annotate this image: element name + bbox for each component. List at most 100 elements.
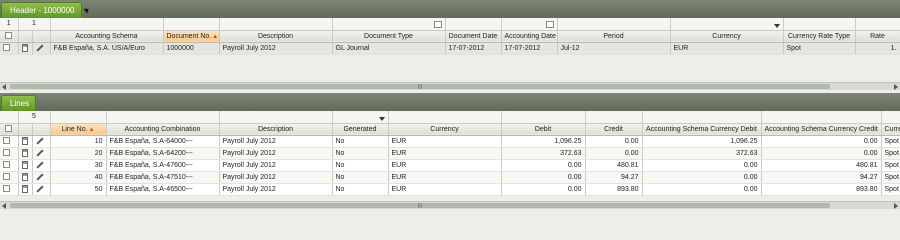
row-checkbox[interactable] [3, 149, 10, 157]
calendar-icon[interactable] [545, 20, 554, 28]
document-icon[interactable] [21, 161, 28, 169]
row-checkbox-cell[interactable] [0, 183, 19, 196]
cell-as-credit[interactable]: 94.27 [761, 171, 882, 184]
pencil-icon[interactable] [35, 173, 44, 181]
cell-accounting-combination[interactable]: F&B España, S.A-46500--- [106, 183, 220, 196]
edit-icon-cell[interactable] [32, 135, 51, 148]
table-row[interactable]: 10 F&B España, S.A-64000--- Payroll July 2… [0, 135, 900, 148]
scroll-right-icon[interactable] [894, 203, 898, 209]
document-icon-cell[interactable] [18, 135, 33, 148]
cell-as-debit[interactable]: 1,096.25 [642, 135, 762, 148]
document-icon[interactable] [21, 44, 28, 52]
cell-credit[interactable]: 480.81 [585, 159, 643, 172]
cell-accounting-date[interactable]: 17-07-2012 [501, 42, 558, 55]
scroll-left-icon[interactable] [2, 203, 6, 209]
filter-period[interactable] [557, 18, 671, 31]
document-icon[interactable] [18, 42, 33, 55]
cell-credit[interactable]: 0.00 [585, 147, 643, 160]
cell-period[interactable]: Jul-12 [557, 42, 671, 55]
filter-accounting-date[interactable] [501, 18, 558, 31]
row-checkbox-cell[interactable] [0, 42, 19, 55]
cell-generated[interactable]: No [332, 183, 389, 196]
filter-line-no[interactable] [50, 111, 107, 124]
cell-accounting-combination[interactable]: F&B España, S.A-64000--- [106, 135, 220, 148]
col-document-type[interactable]: Document Type [332, 30, 446, 43]
filter-accounting-combination[interactable] [106, 111, 220, 124]
cell-line-currency[interactable]: EUR [388, 147, 502, 160]
col-accounting-schema[interactable]: Accounting Schema [50, 30, 164, 43]
cell-as-debit[interactable]: 0.00 [642, 171, 762, 184]
col-rate[interactable]: Rate [855, 30, 900, 43]
row-checkbox[interactable] [3, 44, 10, 52]
filter-description[interactable] [219, 18, 333, 31]
chevron-down-icon[interactable] [378, 116, 385, 121]
col-line-currency[interactable]: Currency [388, 123, 502, 136]
cell-as-credit[interactable]: 480.81 [761, 159, 882, 172]
pencil-icon[interactable] [35, 185, 44, 193]
calendar-icon[interactable] [433, 20, 442, 28]
cell-rate-type[interactable]: Spot [881, 159, 900, 172]
col-line-no[interactable]: Line No.▲ [50, 123, 107, 136]
cell-line-no[interactable]: 50 [50, 183, 107, 196]
row-checkbox-cell[interactable] [0, 147, 19, 160]
document-icon[interactable] [21, 149, 28, 157]
cell-debit[interactable]: 372.63 [501, 147, 586, 160]
row-checkbox[interactable] [3, 173, 10, 181]
row-checkbox-cell[interactable] [0, 135, 19, 148]
col-as-credit[interactable]: Accounting Schema Currency Credit [761, 123, 882, 136]
cell-line-description[interactable]: Payroll July 2012 [219, 147, 333, 160]
cell-rate-type[interactable]: Spot [881, 183, 900, 196]
pencil-icon[interactable] [35, 44, 44, 52]
cell-line-description[interactable]: Payroll July 2012 [219, 159, 333, 172]
filter-as-credit[interactable] [761, 111, 882, 124]
cell-line-no[interactable]: 40 [50, 171, 107, 184]
col-accounting-date[interactable]: Accounting Date [501, 30, 558, 43]
filter-document-type[interactable] [332, 18, 446, 31]
cell-currency[interactable]: EUR [670, 42, 784, 55]
row-checkbox-cell[interactable] [0, 159, 19, 172]
cell-debit[interactable]: 0.00 [501, 159, 586, 172]
lines-select-all-cell[interactable] [0, 123, 19, 136]
filter-debit[interactable] [501, 111, 586, 124]
cell-rate[interactable]: 1. [855, 42, 900, 55]
cell-as-credit[interactable]: 0.00 [761, 135, 882, 148]
cell-line-no[interactable]: 10 [50, 135, 107, 148]
cell-line-currency[interactable]: EUR [388, 183, 502, 196]
filter-rate[interactable] [855, 18, 900, 31]
filter-line-description[interactable] [219, 111, 333, 124]
col-currency-rate-type[interactable]: Currency Rate Type [783, 30, 856, 43]
cell-document-type[interactable]: GL Journal [332, 42, 446, 55]
col-accounting-combination[interactable]: Accounting Combination [106, 123, 220, 136]
cell-line-description[interactable]: Payroll July 2012 [219, 135, 333, 148]
col-line-description[interactable]: Description [219, 123, 333, 136]
document-icon[interactable] [21, 185, 28, 193]
col-rate-type[interactable]: Currency [881, 123, 900, 136]
cell-debit[interactable]: 0.00 [501, 171, 586, 184]
cell-as-debit[interactable]: 0.00 [642, 159, 762, 172]
col-generated[interactable]: Generated [332, 123, 389, 136]
pencil-icon[interactable] [35, 161, 44, 169]
select-all-checkbox-cell[interactable] [0, 30, 19, 43]
cell-generated[interactable]: No [332, 171, 389, 184]
document-icon-cell[interactable] [18, 183, 33, 196]
pencil-icon[interactable] [35, 149, 44, 157]
edit-icon-cell[interactable] [32, 159, 51, 172]
table-row[interactable]: F&B España, S.A. US/A/Euro 1000000 Payro… [0, 42, 900, 55]
edit-icon-cell[interactable] [32, 171, 51, 184]
document-icon[interactable] [21, 173, 28, 181]
col-credit[interactable]: Credit [585, 123, 643, 136]
table-row[interactable]: 40 F&B España, S.A-47510--- Payroll July 2… [0, 171, 900, 184]
cell-line-no[interactable]: 20 [50, 147, 107, 160]
edit-icon-cell[interactable] [32, 42, 51, 55]
pencil-icon[interactable] [35, 137, 44, 145]
cell-rate-type[interactable]: Spot [881, 147, 900, 160]
filter-accounting-schema[interactable] [50, 18, 164, 31]
cell-accounting-combination[interactable]: F&B España, S.A-47510--- [106, 171, 220, 184]
filter-document-no[interactable] [163, 18, 220, 31]
select-all-checkbox[interactable] [5, 32, 13, 40]
cell-generated[interactable]: No [332, 135, 389, 148]
col-document-date[interactable]: Document Date [445, 30, 502, 43]
col-description[interactable]: Description [219, 30, 333, 43]
cell-currency-rate-type[interactable]: Spot [783, 42, 856, 55]
filter-rate-type[interactable] [881, 111, 900, 124]
